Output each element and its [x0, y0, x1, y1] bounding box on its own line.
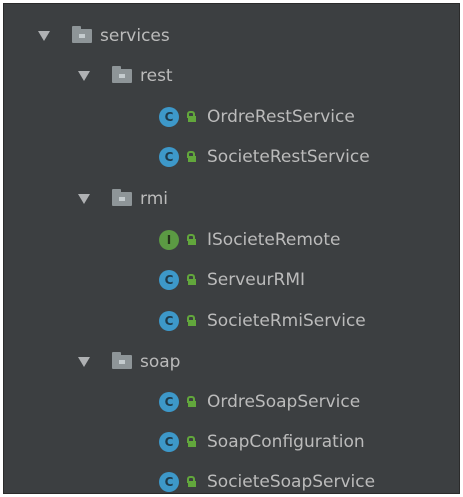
- lock-icon: [187, 476, 197, 488]
- tree-item-label: OrdreSoapService: [207, 392, 361, 412]
- tree-item-label: OrdreRestService: [207, 107, 355, 127]
- tree-item-label: ISocieteRemote: [207, 230, 341, 250]
- tree-item-societe-soap-service[interactable]: C SocieteSoapService: [4, 462, 459, 493]
- class-icon: C: [159, 311, 179, 331]
- folder-icon: [112, 352, 132, 369]
- expand-arrow-icon[interactable]: [78, 71, 90, 81]
- lock-icon: [187, 396, 197, 408]
- tree-node-label: rest: [140, 66, 173, 86]
- tree-item-label: SoapConfiguration: [207, 432, 365, 452]
- tree-item-societe-rest-service[interactable]: C SocieteRestService: [4, 137, 459, 177]
- lock-icon: [187, 315, 197, 327]
- class-icon: C: [159, 147, 179, 167]
- tree-node-rmi[interactable]: rmi: [4, 179, 459, 219]
- tree-item-label: ServeurRMI: [207, 270, 306, 290]
- tree-node-soap[interactable]: soap: [4, 342, 459, 382]
- class-icon: C: [159, 432, 179, 452]
- tree-item-label: SocieteRestService: [207, 147, 370, 167]
- class-icon: C: [159, 107, 179, 127]
- interface-icon: I: [159, 230, 179, 250]
- tree-item-label: SocieteSoapService: [207, 472, 376, 492]
- tree-item-ordre-rest-service[interactable]: C OrdreRestService: [4, 97, 459, 137]
- tree-item-soap-configuration[interactable]: C SoapConfiguration: [4, 422, 459, 462]
- lock-icon: [187, 436, 197, 448]
- tree-node-services[interactable]: services: [4, 16, 459, 56]
- lock-icon: [187, 234, 197, 246]
- lock-icon: [187, 111, 197, 123]
- tree-item-societe-rmi-service[interactable]: C SocieteRmiService: [4, 301, 459, 341]
- folder-icon: [112, 66, 132, 83]
- tree-item-isociete-remote[interactable]: I ISocieteRemote: [4, 220, 459, 260]
- tree-item-label: SocieteRmiService: [207, 311, 366, 331]
- folder-icon: [72, 26, 92, 43]
- class-icon: C: [159, 392, 179, 412]
- expand-arrow-icon[interactable]: [78, 194, 90, 204]
- expand-arrow-icon[interactable]: [78, 357, 90, 367]
- expand-arrow-icon[interactable]: [38, 31, 50, 41]
- class-icon: C: [159, 270, 179, 290]
- class-icon: C: [159, 472, 179, 492]
- lock-icon: [187, 151, 197, 163]
- tree-item-serveur-rmi[interactable]: C ServeurRMI: [4, 260, 459, 300]
- tree-node-label: services: [100, 26, 170, 46]
- project-tree: services rest C OrdreRestService C Socie…: [3, 3, 460, 494]
- tree-node-label: soap: [140, 352, 181, 372]
- tree-node-rest[interactable]: rest: [4, 56, 459, 96]
- tree-item-ordre-soap-service[interactable]: C OrdreSoapService: [4, 382, 459, 422]
- lock-icon: [187, 274, 197, 286]
- folder-icon: [112, 189, 132, 206]
- tree-node-label: rmi: [140, 189, 168, 209]
